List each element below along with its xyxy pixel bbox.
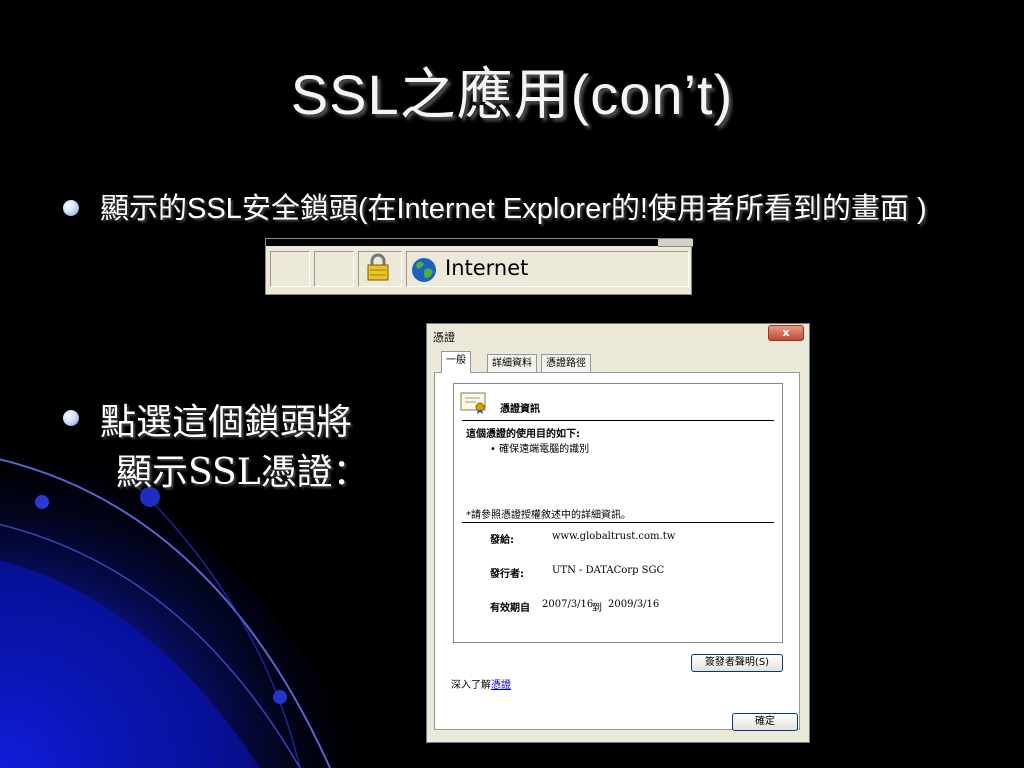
purpose-item: • 確保遠端電腦的識別 xyxy=(490,444,590,455)
bullet-2-line-1: 點選這個鎖頭將 xyxy=(100,402,353,443)
bullet-text-1: 顯示的SSL安全鎖頭(在Internet Explorer的!使用者所看到的畫面… xyxy=(100,193,927,225)
purpose-heading: 這個憑證的使用目的如下: xyxy=(466,429,580,440)
status-bar-edge xyxy=(658,239,693,247)
tab-panel: 憑證資訊 這個憑證的使用目的如下: • 確保遠端電腦的識別 *請參照憑證授權敘述… xyxy=(434,372,800,730)
deco-dot xyxy=(273,690,287,704)
lock-icon[interactable] xyxy=(367,253,389,281)
issuer-value: UTN - DATACorp SGC xyxy=(552,565,665,576)
dialog-title: 憑證 xyxy=(433,331,455,344)
tab-cert-path[interactable]: 憑證路徑 xyxy=(541,354,591,372)
bullet-dot xyxy=(63,410,79,426)
divider xyxy=(462,420,774,421)
certificate-dialog: 憑證 x 一般 詳細資料 憑證路徑 憑證資訊 這個憑證的使用目的如下: • 確保… xyxy=(426,323,810,743)
note: *請參照憑證授權敘述中的詳細資訊。 xyxy=(466,510,631,521)
slide-title: SSL之應用(con’t) xyxy=(290,63,734,126)
status-pane xyxy=(314,251,354,287)
valid-to: 2009/3/16 xyxy=(608,599,660,610)
bullet-dot xyxy=(63,200,79,216)
valid-from: 2007/3/16 xyxy=(542,599,594,610)
to-word: 到 xyxy=(592,603,602,614)
tab-details[interactable]: 詳細資料 xyxy=(487,354,537,372)
learn-more-link[interactable]: 憑證 xyxy=(491,680,511,691)
tab-general[interactable]: 一般 xyxy=(441,351,471,373)
issued-to-label: 發給: xyxy=(490,535,514,546)
divider xyxy=(462,522,774,523)
certificate-icon xyxy=(460,392,486,414)
bullet-text-2: 點選這個鎖頭將 顯示SSL憑證： xyxy=(100,398,369,498)
zone-label: Internet xyxy=(445,256,529,280)
learn-more-prefix: 深入了解 xyxy=(451,680,491,691)
issued-to-value: www.globaltrust.com.tw xyxy=(552,531,676,542)
deco-dot xyxy=(35,495,49,509)
issuer-statement-button[interactable]: 簽發者聲明(S) xyxy=(691,654,783,672)
bullet-2-line-2: 顯示SSL憑證： xyxy=(116,452,369,493)
globe-icon xyxy=(412,258,436,282)
ok-button[interactable]: 確定 xyxy=(732,713,798,731)
info-heading: 憑證資訊 xyxy=(500,404,540,415)
learn-more-text: 深入了解憑證 xyxy=(451,676,511,691)
status-pane xyxy=(270,251,310,287)
status-bar-edge xyxy=(266,239,691,246)
certificate-info-box: 憑證資訊 這個憑證的使用目的如下: • 確保遠端電腦的識別 *請參照憑證授權敘述… xyxy=(453,383,783,643)
validity-label: 有效期自 xyxy=(490,603,530,614)
close-button[interactable]: x xyxy=(768,325,804,341)
issuer-label: 發行者: xyxy=(490,569,524,580)
